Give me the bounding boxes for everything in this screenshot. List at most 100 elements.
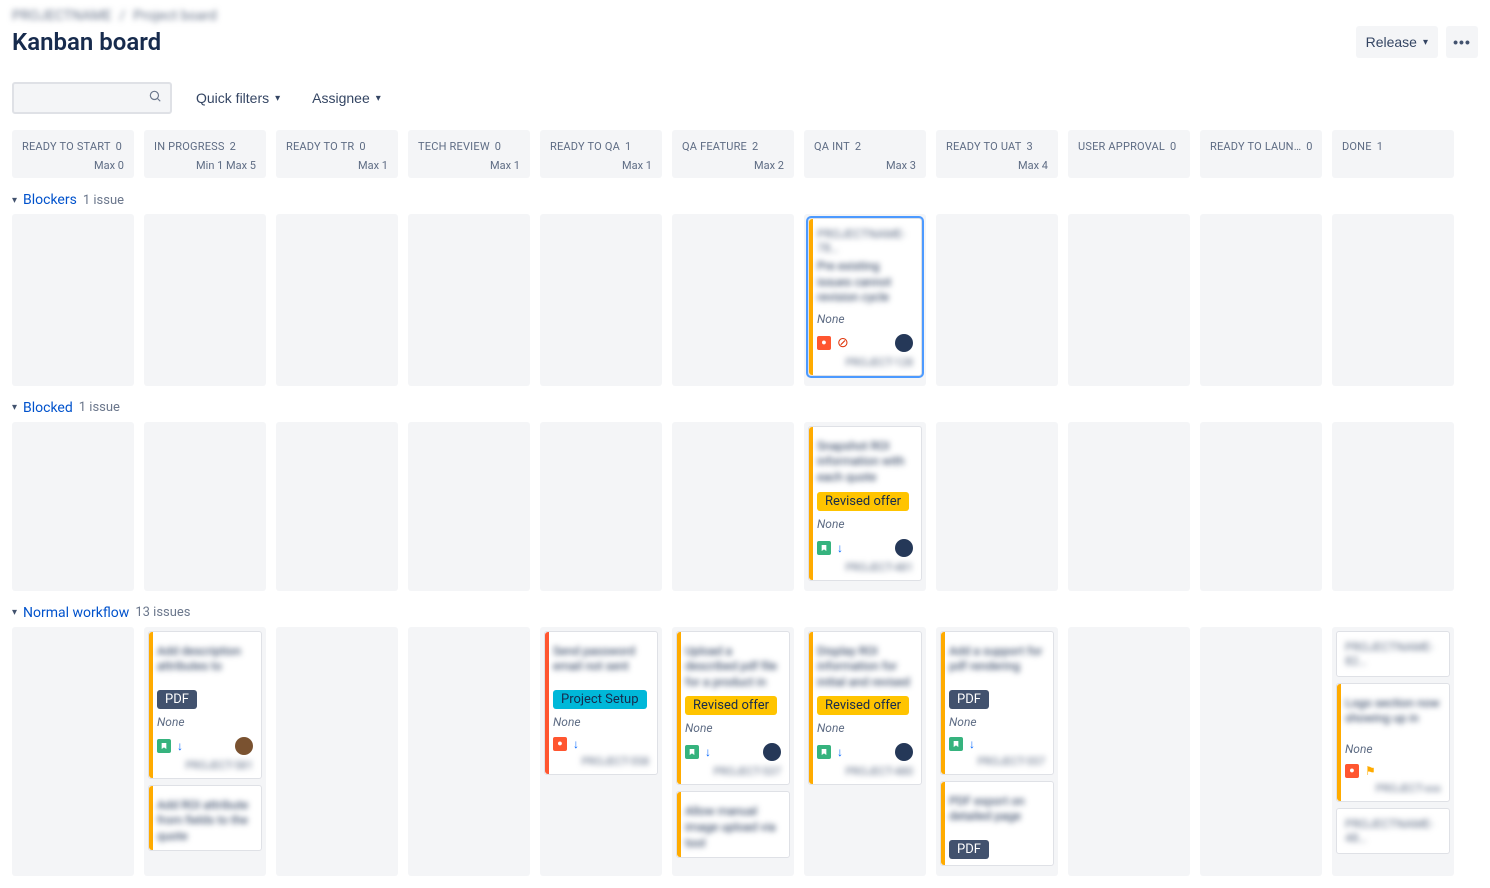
issue-card[interactable]: Upload a described pdf file for a produc… bbox=[676, 631, 790, 786]
search-input-container[interactable] bbox=[12, 82, 172, 114]
issue-card[interactable]: Allow manual image upload via tool bbox=[676, 791, 790, 858]
column-header[interactable]: QA FEATURE2Max 2 bbox=[672, 130, 794, 178]
swimlane-cell[interactable] bbox=[936, 422, 1058, 591]
card-key: PROJECT-558 bbox=[553, 755, 649, 768]
swimlane-cell[interactable] bbox=[672, 214, 794, 386]
issue-card[interactable]: Add description attributes toPDFNone↓PRO… bbox=[148, 631, 262, 779]
swimlane-cell[interactable] bbox=[144, 422, 266, 591]
swimlane-cell[interactable] bbox=[1200, 214, 1322, 386]
swimlane-cell[interactable] bbox=[1332, 214, 1454, 386]
column-limits: Max 0 bbox=[94, 159, 124, 172]
column-header[interactable]: READY TO TR0Max 1 bbox=[276, 130, 398, 178]
swimlane-cell[interactable] bbox=[12, 422, 134, 591]
assignee-avatar[interactable] bbox=[763, 743, 781, 761]
swimlane-cell[interactable] bbox=[1200, 422, 1322, 591]
card-summary: Allow manual image upload via tool bbox=[685, 804, 781, 851]
assignee-avatar[interactable] bbox=[895, 334, 913, 352]
assignee-avatar[interactable] bbox=[895, 539, 913, 557]
column-limits: Max 4 bbox=[1018, 159, 1048, 172]
swimlane-cell[interactable] bbox=[1068, 214, 1190, 386]
chevron-down-icon: ▾ bbox=[376, 93, 381, 104]
column-header[interactable]: QA INT2Max 3 bbox=[804, 130, 926, 178]
search-input[interactable] bbox=[22, 89, 148, 107]
column-header[interactable]: USER APPROVAL0 bbox=[1068, 130, 1190, 178]
swimlane-name: Blockers bbox=[23, 192, 77, 208]
swimlane-header[interactable]: ▾Normal workflow 13 issues bbox=[12, 605, 1478, 621]
release-button[interactable]: Release ▾ bbox=[1356, 26, 1438, 58]
column-count: 0 bbox=[1170, 140, 1176, 153]
story-icon bbox=[817, 541, 831, 555]
column-limits: Max 2 bbox=[754, 159, 784, 172]
swimlane-cell[interactable] bbox=[12, 214, 134, 386]
more-actions-button[interactable]: ••• bbox=[1446, 26, 1478, 58]
swimlane-cell[interactable]: Upload a described pdf file for a produc… bbox=[672, 627, 794, 876]
issue-card[interactable]: PROJECTNAME-78…Pre existing issues canno… bbox=[808, 218, 922, 376]
swimlane-header[interactable]: ▾Blocked 1 issue bbox=[12, 400, 1478, 416]
assignee-avatar[interactable] bbox=[235, 737, 253, 755]
priority-low-icon: ↓ bbox=[837, 541, 843, 555]
assignee-dropdown[interactable]: Assignee ▾ bbox=[304, 84, 389, 112]
swimlane-cell[interactable] bbox=[1200, 627, 1322, 876]
card-stripe bbox=[809, 219, 813, 375]
issue-card[interactable]: Add ROI attribute from fields to the quo… bbox=[148, 785, 262, 852]
priority-low-icon: ↓ bbox=[705, 745, 711, 759]
swimlane-cell[interactable] bbox=[408, 214, 530, 386]
priority-low-icon: ↓ bbox=[969, 737, 975, 751]
swimlane-cell[interactable] bbox=[408, 627, 530, 876]
swimlane-cell[interactable] bbox=[276, 422, 398, 591]
issue-card[interactable]: Add a support for pdf renderingPDFNone↓P… bbox=[940, 631, 1054, 775]
page-title: Kanban board bbox=[12, 28, 161, 56]
issue-card[interactable]: Display ROI information for initial and … bbox=[808, 631, 922, 786]
swimlane-cell[interactable] bbox=[1068, 627, 1190, 876]
column-count: 2 bbox=[855, 140, 861, 153]
issue-card[interactable]: Snapshot ROI information with each quote… bbox=[808, 426, 922, 581]
column-name: READY TO QA bbox=[550, 140, 620, 153]
swimlane-cell[interactable] bbox=[276, 214, 398, 386]
column-header[interactable]: READY TO LAUN…0 bbox=[1200, 130, 1322, 178]
issue-card[interactable]: Logo section now showing up inNone●⚑PROJ… bbox=[1336, 683, 1450, 802]
column-header[interactable]: READY TO QA1Max 1 bbox=[540, 130, 662, 178]
issue-card[interactable]: Send password email not sentProject Setu… bbox=[544, 631, 658, 775]
column-count: 1 bbox=[1377, 140, 1383, 153]
card-label: PDF bbox=[949, 690, 989, 709]
assignee-avatar[interactable] bbox=[895, 743, 913, 761]
priority-blocker-icon: ⊘ bbox=[837, 335, 849, 351]
column-name: TECH REVIEW bbox=[418, 140, 490, 153]
issue-card[interactable]: PROJECTNAME-48… bbox=[1336, 808, 1450, 854]
swimlane-cell[interactable]: Send password email not sentProject Setu… bbox=[540, 627, 662, 876]
story-icon bbox=[157, 739, 171, 753]
column-header[interactable]: IN PROGRESS2Min 1 Max 5 bbox=[144, 130, 266, 178]
breadcrumb-project[interactable]: PROJECTNAME bbox=[12, 8, 111, 24]
column-header[interactable]: DONE1 bbox=[1332, 130, 1454, 178]
swimlane-cell[interactable] bbox=[1068, 422, 1190, 591]
swimlane-cell[interactable]: PROJECTNAME-82… Logo section now showing … bbox=[1332, 627, 1454, 876]
column-header[interactable]: READY TO UAT3Max 4 bbox=[936, 130, 1058, 178]
column-limits: Max 1 bbox=[358, 159, 388, 172]
story-icon bbox=[685, 745, 699, 759]
card-stripe bbox=[809, 632, 813, 785]
swimlane-cell[interactable] bbox=[672, 422, 794, 591]
quick-filters-dropdown[interactable]: Quick filters ▾ bbox=[188, 84, 288, 112]
swimlane-cell[interactable]: Snapshot ROI information with each quote… bbox=[804, 422, 926, 591]
swimlane-cell[interactable] bbox=[540, 214, 662, 386]
column-limits: Max 3 bbox=[886, 159, 916, 172]
swimlane-cell[interactable]: Add a support for pdf renderingPDFNone↓P… bbox=[936, 627, 1058, 876]
swimlane-cell[interactable] bbox=[144, 214, 266, 386]
swimlane-cell[interactable] bbox=[936, 214, 1058, 386]
card-footer: ●↓ bbox=[553, 737, 649, 751]
swimlane-cell[interactable] bbox=[408, 422, 530, 591]
swimlane-cell[interactable] bbox=[1332, 422, 1454, 591]
swimlane-header[interactable]: ▾Blockers 1 issue bbox=[12, 192, 1478, 208]
swimlane-cell[interactable]: Display ROI information for initial and … bbox=[804, 627, 926, 876]
swimlane-cell[interactable] bbox=[540, 422, 662, 591]
card-epic: PROJECTNAME-48… bbox=[1345, 817, 1441, 845]
column-header[interactable]: TECH REVIEW0Max 1 bbox=[408, 130, 530, 178]
breadcrumb-section[interactable]: Project board bbox=[133, 8, 217, 24]
issue-card[interactable]: PROJECTNAME-82… bbox=[1336, 631, 1450, 677]
swimlane-cell[interactable] bbox=[276, 627, 398, 876]
swimlane-cell[interactable] bbox=[12, 627, 134, 876]
swimlane-cell[interactable]: Add description attributes toPDFNone↓PRO… bbox=[144, 627, 266, 876]
card-stripe bbox=[941, 632, 945, 774]
swimlane-cell[interactable]: PROJECTNAME-78…Pre existing issues canno… bbox=[804, 214, 926, 386]
column-header[interactable]: READY TO START0Max 0 bbox=[12, 130, 134, 178]
